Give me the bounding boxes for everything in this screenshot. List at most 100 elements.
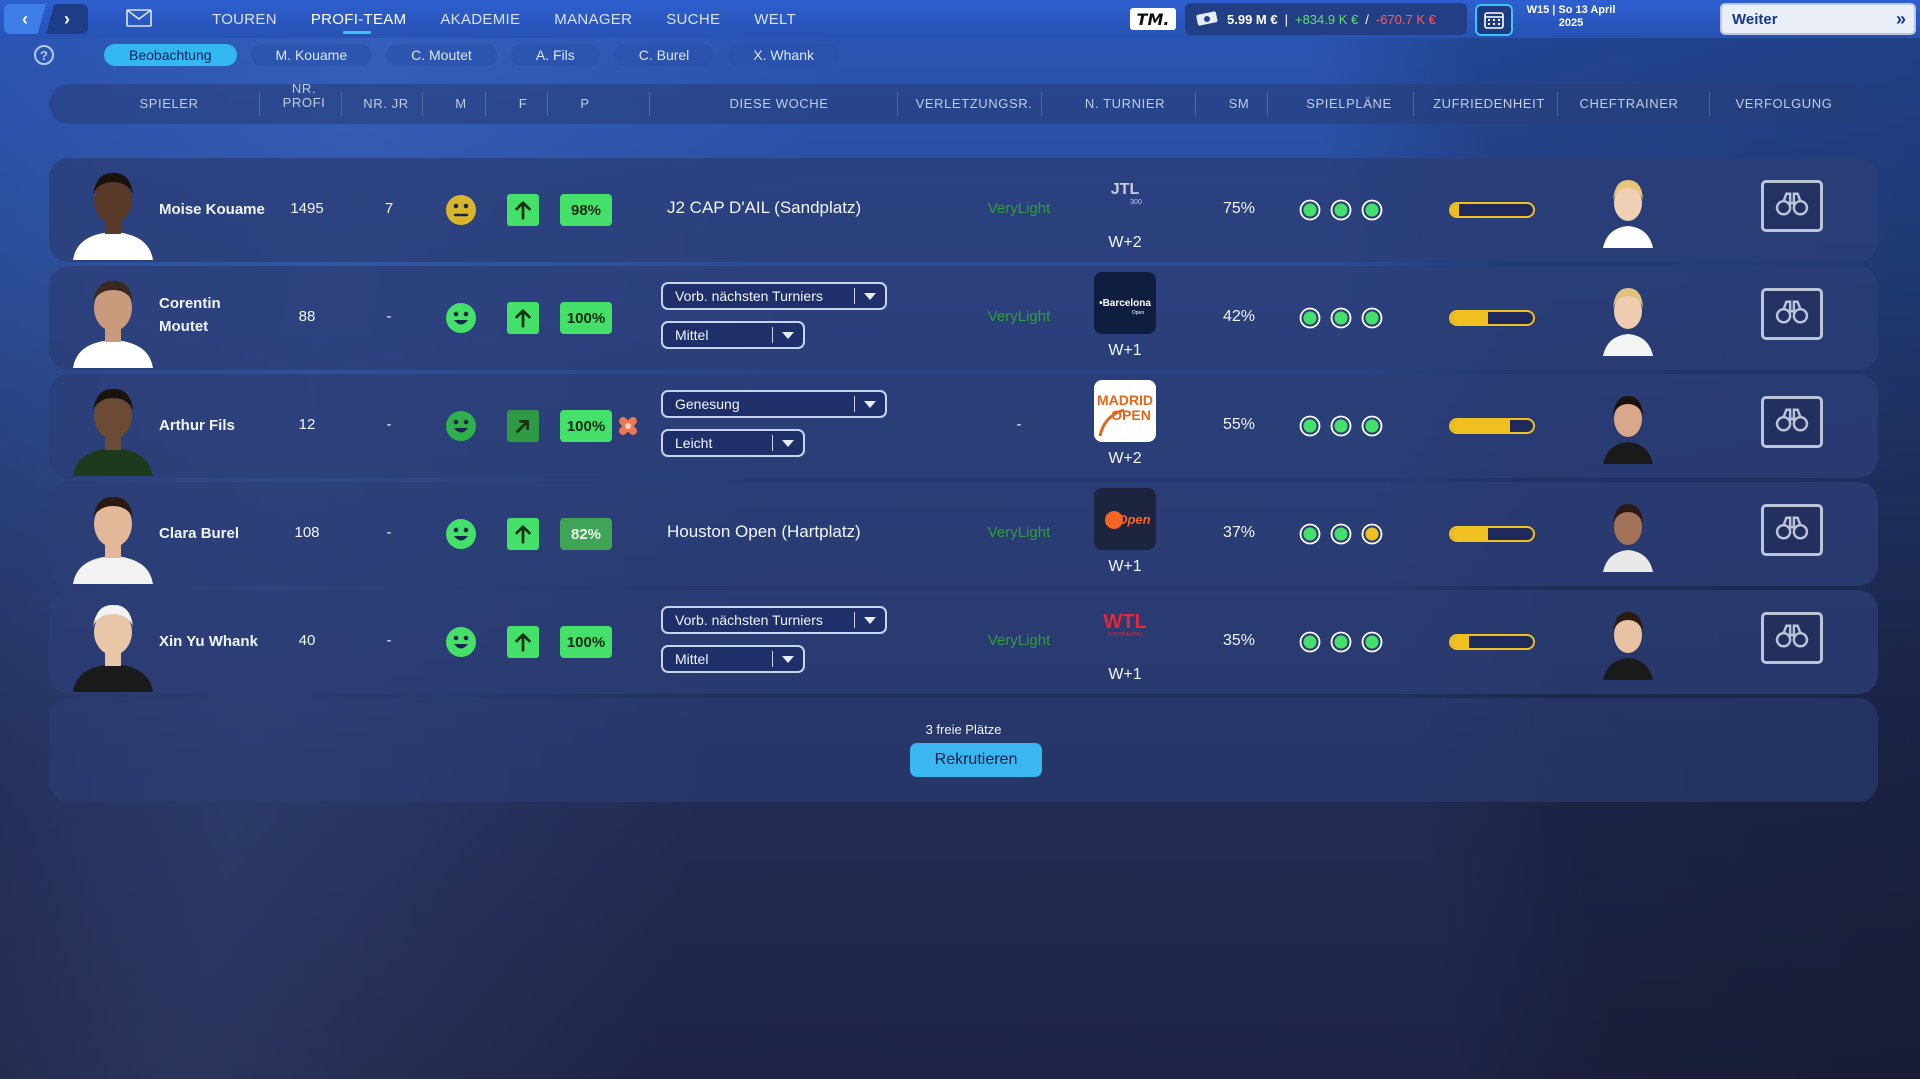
nav-welt[interactable]: WELT (754, 0, 796, 38)
head-coach-avatar[interactable] (1597, 170, 1659, 248)
form-arrow-icon (507, 410, 539, 442)
player-name-line1: Corentin (159, 295, 221, 312)
player-avatar (67, 484, 159, 584)
activity-dropdown-value: Vorb. nächsten Turniers (675, 612, 823, 628)
back-button[interactable]: ‹ (4, 4, 46, 34)
date-year: 2025 (1558, 17, 1584, 29)
satisfaction-fill (1451, 636, 1470, 648)
nr-jr: - (386, 632, 392, 649)
schedule-dot[interactable] (1299, 523, 1321, 550)
nav-touren[interactable]: TOUREN (212, 0, 277, 38)
schedule-dot[interactable] (1361, 523, 1383, 550)
binoculars-button[interactable] (1761, 396, 1823, 448)
schedule-dot[interactable] (1299, 307, 1321, 334)
col-nr-jr[interactable]: NR. JR (356, 97, 416, 111)
intensity-dropdown[interactable]: Mittel (661, 645, 805, 673)
satisfaction-bar (1449, 634, 1535, 650)
activity-dropdown[interactable]: Genesung (661, 390, 887, 418)
satisfaction-bar (1449, 310, 1535, 326)
subtab-c-burel[interactable]: C. Burel (613, 44, 715, 66)
player-name[interactable]: Corentin Moutet (159, 292, 221, 338)
continue-button[interactable]: Weiter » (1720, 3, 1916, 35)
binoculars-button[interactable] (1761, 612, 1823, 664)
divider (259, 92, 260, 116)
col-zufriedenheit[interactable]: ZUFRIEDENHEIT (1421, 97, 1557, 111)
schedule-dot[interactable] (1361, 415, 1383, 442)
schedule-dot[interactable] (1330, 523, 1352, 550)
head-coach-avatar[interactable] (1597, 602, 1659, 680)
head-coach-avatar[interactable] (1597, 386, 1659, 464)
schedule-dot[interactable] (1330, 631, 1352, 658)
dropdown-arrow-icon (782, 332, 794, 339)
col-verfolgung[interactable]: VERFOLGUNG (1724, 97, 1844, 111)
binoculars-button[interactable] (1761, 180, 1823, 232)
mail-icon[interactable] (126, 9, 152, 27)
schedule-dot[interactable] (1330, 199, 1352, 226)
col-cheftrainer[interactable]: CHEFTRAINER (1569, 97, 1689, 111)
table-row[interactable]: Xin Yu Whank 40 - 100% Vorb. nächsten Turnie… (49, 590, 1878, 694)
sm-percent: 75% (1222, 200, 1256, 217)
head-coach-avatar[interactable] (1597, 494, 1659, 572)
col-p[interactable]: P (571, 97, 599, 111)
income: +834.9 K € (1294, 11, 1359, 27)
tournament-logo[interactable]: •Barcelona Open (1094, 272, 1156, 334)
table-row[interactable]: Clara Burel 108 - 82% Houston Open (Hartplat… (49, 482, 1878, 586)
history-nav: ‹ › (4, 4, 88, 34)
tournament-logo[interactable]: MADRID OPEN (1094, 380, 1156, 442)
col-turnier[interactable]: N. TURNIER (1069, 97, 1181, 111)
divider (649, 92, 650, 116)
col-spieler[interactable]: SPIELER (129, 97, 209, 111)
schedule-dot[interactable] (1361, 631, 1383, 658)
binoculars-button[interactable] (1761, 504, 1823, 556)
player-name[interactable]: Arthur Fils (159, 414, 235, 437)
table-row[interactable]: Corentin Moutet 88 - 100% Vorb. nächsten Turn… (49, 266, 1878, 370)
activity-dropdown[interactable]: Vorb. nächsten Turniers (661, 282, 887, 310)
intensity-dropdown[interactable]: Mittel (661, 321, 805, 349)
intensity-dropdown[interactable]: Leicht (661, 429, 805, 457)
activity-dropdown[interactable]: Vorb. nächsten Turniers (661, 606, 887, 634)
head-coach-avatar[interactable] (1597, 278, 1659, 356)
subtab-x-whank[interactable]: X. Whank (728, 44, 839, 66)
svg-text:OPEN: OPEN (1111, 407, 1151, 423)
nav-manager[interactable]: MANAGER (554, 0, 632, 38)
schedule-dot[interactable] (1299, 415, 1321, 442)
binoculars-button[interactable] (1761, 288, 1823, 340)
schedule-dot[interactable] (1330, 415, 1352, 442)
calendar-button[interactable] (1475, 4, 1513, 36)
divider (854, 288, 855, 304)
col-spielplaene[interactable]: SPIELPLÄNE (1289, 97, 1409, 111)
svg-text:Open: Open (1117, 512, 1150, 527)
schedule-dot[interactable] (1299, 631, 1321, 658)
schedule-dot[interactable] (1361, 199, 1383, 226)
help-icon[interactable]: ? (34, 45, 54, 65)
subtab-m-kouame[interactable]: M. Kouame (250, 44, 373, 66)
schedule-dot[interactable] (1361, 307, 1383, 334)
subtab-beobachtung[interactable]: Beobachtung (104, 44, 237, 66)
nr-profi: 40 (298, 632, 316, 649)
subtab-c-moutet[interactable]: C. Moutet (386, 44, 497, 66)
col-verletzung[interactable]: VERLETZUNGSR. (904, 97, 1044, 111)
subtab-a-fils[interactable]: A. Fils (510, 44, 600, 66)
col-mood[interactable]: M (447, 97, 475, 111)
schedule-dot[interactable] (1330, 307, 1352, 334)
intensity-dropdown-value: Mittel (675, 651, 709, 667)
schedule-dot[interactable] (1299, 199, 1321, 226)
table-row[interactable]: Moise Kouame 1495 7 98% J2 CAP D'AIL (Sandpl… (49, 158, 1878, 262)
forward-button[interactable]: › (46, 4, 88, 34)
player-name[interactable]: Clara Burel (159, 522, 239, 545)
player-name[interactable]: Xin Yu Whank (159, 630, 258, 653)
table-row[interactable]: Arthur Fils 12 - 100% Genesung Leicht - MADRID O… (49, 374, 1878, 478)
tournament-logo[interactable]: WTL CONTINENTAL (1094, 596, 1156, 658)
recruit-button[interactable]: Rekrutieren (910, 743, 1042, 777)
fitness-percent: 100% (560, 302, 612, 334)
nav-profi-team[interactable]: PROFI-TEAM (311, 0, 407, 38)
col-diese-woche[interactable]: DIESE WOCHE (699, 97, 859, 111)
tournament-logo[interactable]: Open (1094, 488, 1156, 550)
nav-akademie[interactable]: AKADEMIE (440, 0, 520, 38)
player-name[interactable]: Moise Kouame (159, 198, 265, 221)
nav-suche[interactable]: SUCHE (666, 0, 720, 38)
col-form[interactable]: F (509, 97, 537, 111)
tournament-logo[interactable]: JTL 300 (1094, 164, 1156, 226)
col-nr-profi[interactable]: NR. PROFI (274, 82, 334, 110)
finance-summary[interactable]: 5.99 M € | +834.9 K € / -670.7 K € (1185, 3, 1467, 35)
